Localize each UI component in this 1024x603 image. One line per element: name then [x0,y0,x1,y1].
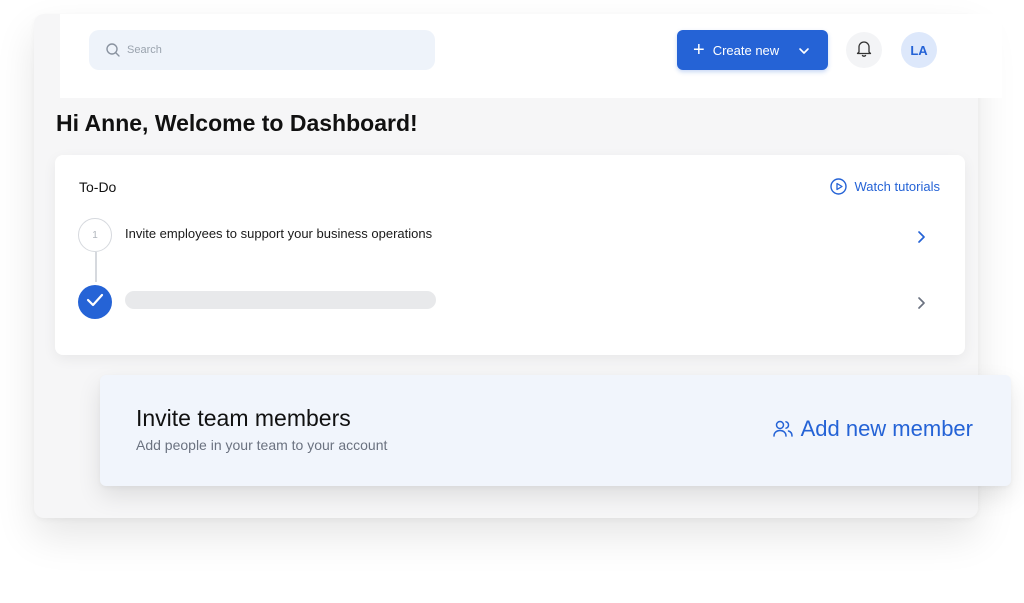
search-placeholder: Search [127,44,162,56]
notifications-button[interactable] [846,32,882,68]
todo-card: To-Do Watch tutorials 1 Invite employees… [55,155,965,355]
search-icon [105,42,121,58]
step-number-circle: 1 [78,218,112,252]
play-circle-icon [829,178,847,195]
invite-title: Invite team members [136,405,351,431]
invite-subtitle: Add people in your team to your account [136,437,388,453]
step-complete-check [78,285,112,319]
check-icon [86,293,104,312]
avatar[interactable]: LA [901,32,937,68]
chevron-right-icon[interactable] [916,296,928,310]
search-input[interactable]: Search [89,30,435,70]
chevron-down-icon [798,44,810,56]
create-new-label: Create new [712,42,780,58]
create-new-button[interactable]: + Create new [677,30,828,70]
step-connector [95,252,97,282]
step-placeholder-bar [125,291,436,309]
watch-tutorials-label: Watch tutorials [854,179,941,194]
bell-icon [856,39,872,62]
invite-team-card: Invite team members Add people in your t… [100,375,1011,486]
add-new-member-button[interactable]: Add new member [772,416,973,442]
todo-title: To-Do [79,179,117,195]
page-title: Hi Anne, Welcome to Dashboard! [56,110,418,136]
users-icon [772,418,794,440]
plus-icon: + [693,39,705,61]
stage: Search + Create new LA Hi Anne, Welcome … [0,0,1024,603]
step-text[interactable]: Invite employees to support your busines… [125,226,432,241]
add-new-member-label: Add new member [800,416,973,441]
watch-tutorials-link[interactable]: Watch tutorials [829,178,941,195]
chevron-right-icon[interactable] [916,230,928,244]
